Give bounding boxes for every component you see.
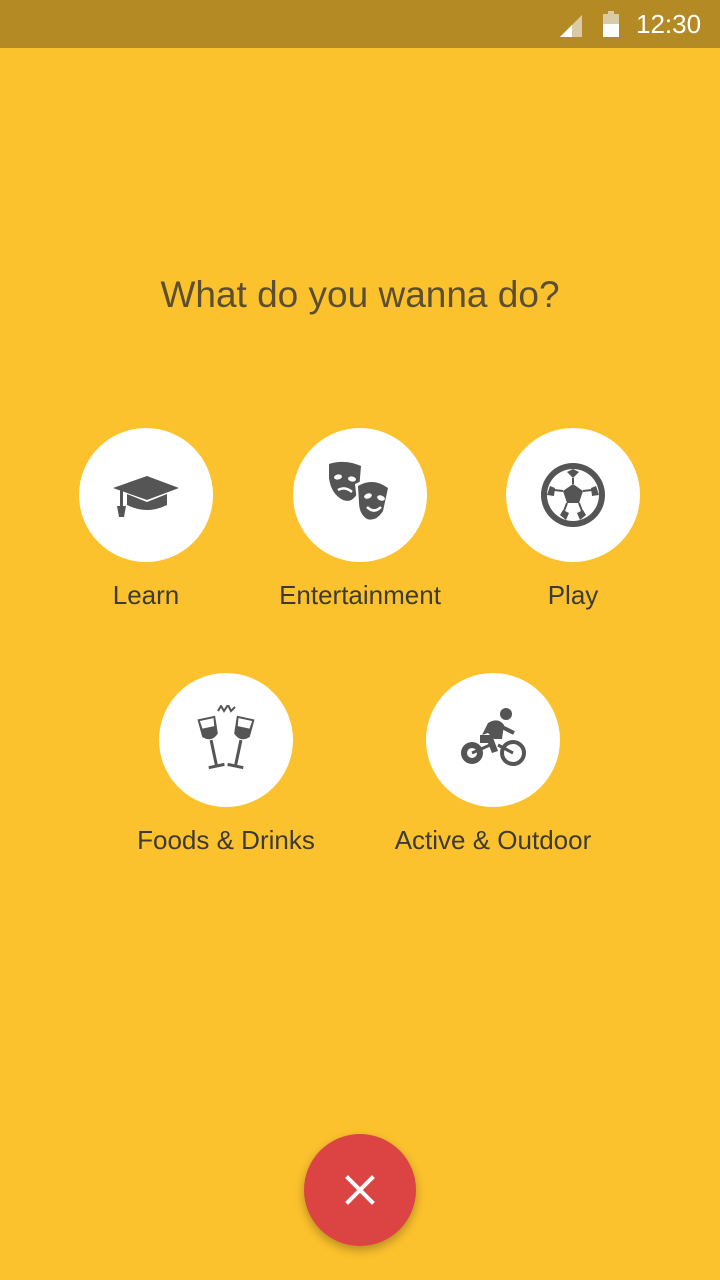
page-title: What do you wanna do? xyxy=(160,274,560,315)
category-entertainment-circle[interactable] xyxy=(293,428,427,562)
category-play[interactable]: Play xyxy=(443,428,703,628)
status-time: 12:30 xyxy=(636,9,702,39)
signal-icon xyxy=(560,15,582,37)
category-play-circle[interactable] xyxy=(506,428,640,562)
close-icon xyxy=(345,1175,375,1205)
category-label: Play xyxy=(547,580,599,610)
category-foods-drinks[interactable]: Foods & Drinks xyxy=(96,673,356,873)
soccer-ball-icon xyxy=(541,463,605,527)
champagne-glasses-icon xyxy=(197,705,255,770)
status-bar: 12:30 xyxy=(0,0,720,48)
category-label: Active & Outdoor xyxy=(394,825,592,855)
graduation-cap-icon xyxy=(113,476,179,517)
category-label: Foods & Drinks xyxy=(137,825,315,855)
battery-icon xyxy=(603,11,619,37)
close-button[interactable] xyxy=(304,1134,416,1246)
cyclist-icon xyxy=(461,708,526,766)
theater-masks-icon xyxy=(329,461,391,523)
category-active-outdoor[interactable]: Active & Outdoor xyxy=(363,673,623,873)
category-foods-drinks-circle[interactable] xyxy=(159,673,293,807)
category-active-outdoor-circle[interactable] xyxy=(426,673,560,807)
category-learn-circle[interactable] xyxy=(79,428,213,562)
